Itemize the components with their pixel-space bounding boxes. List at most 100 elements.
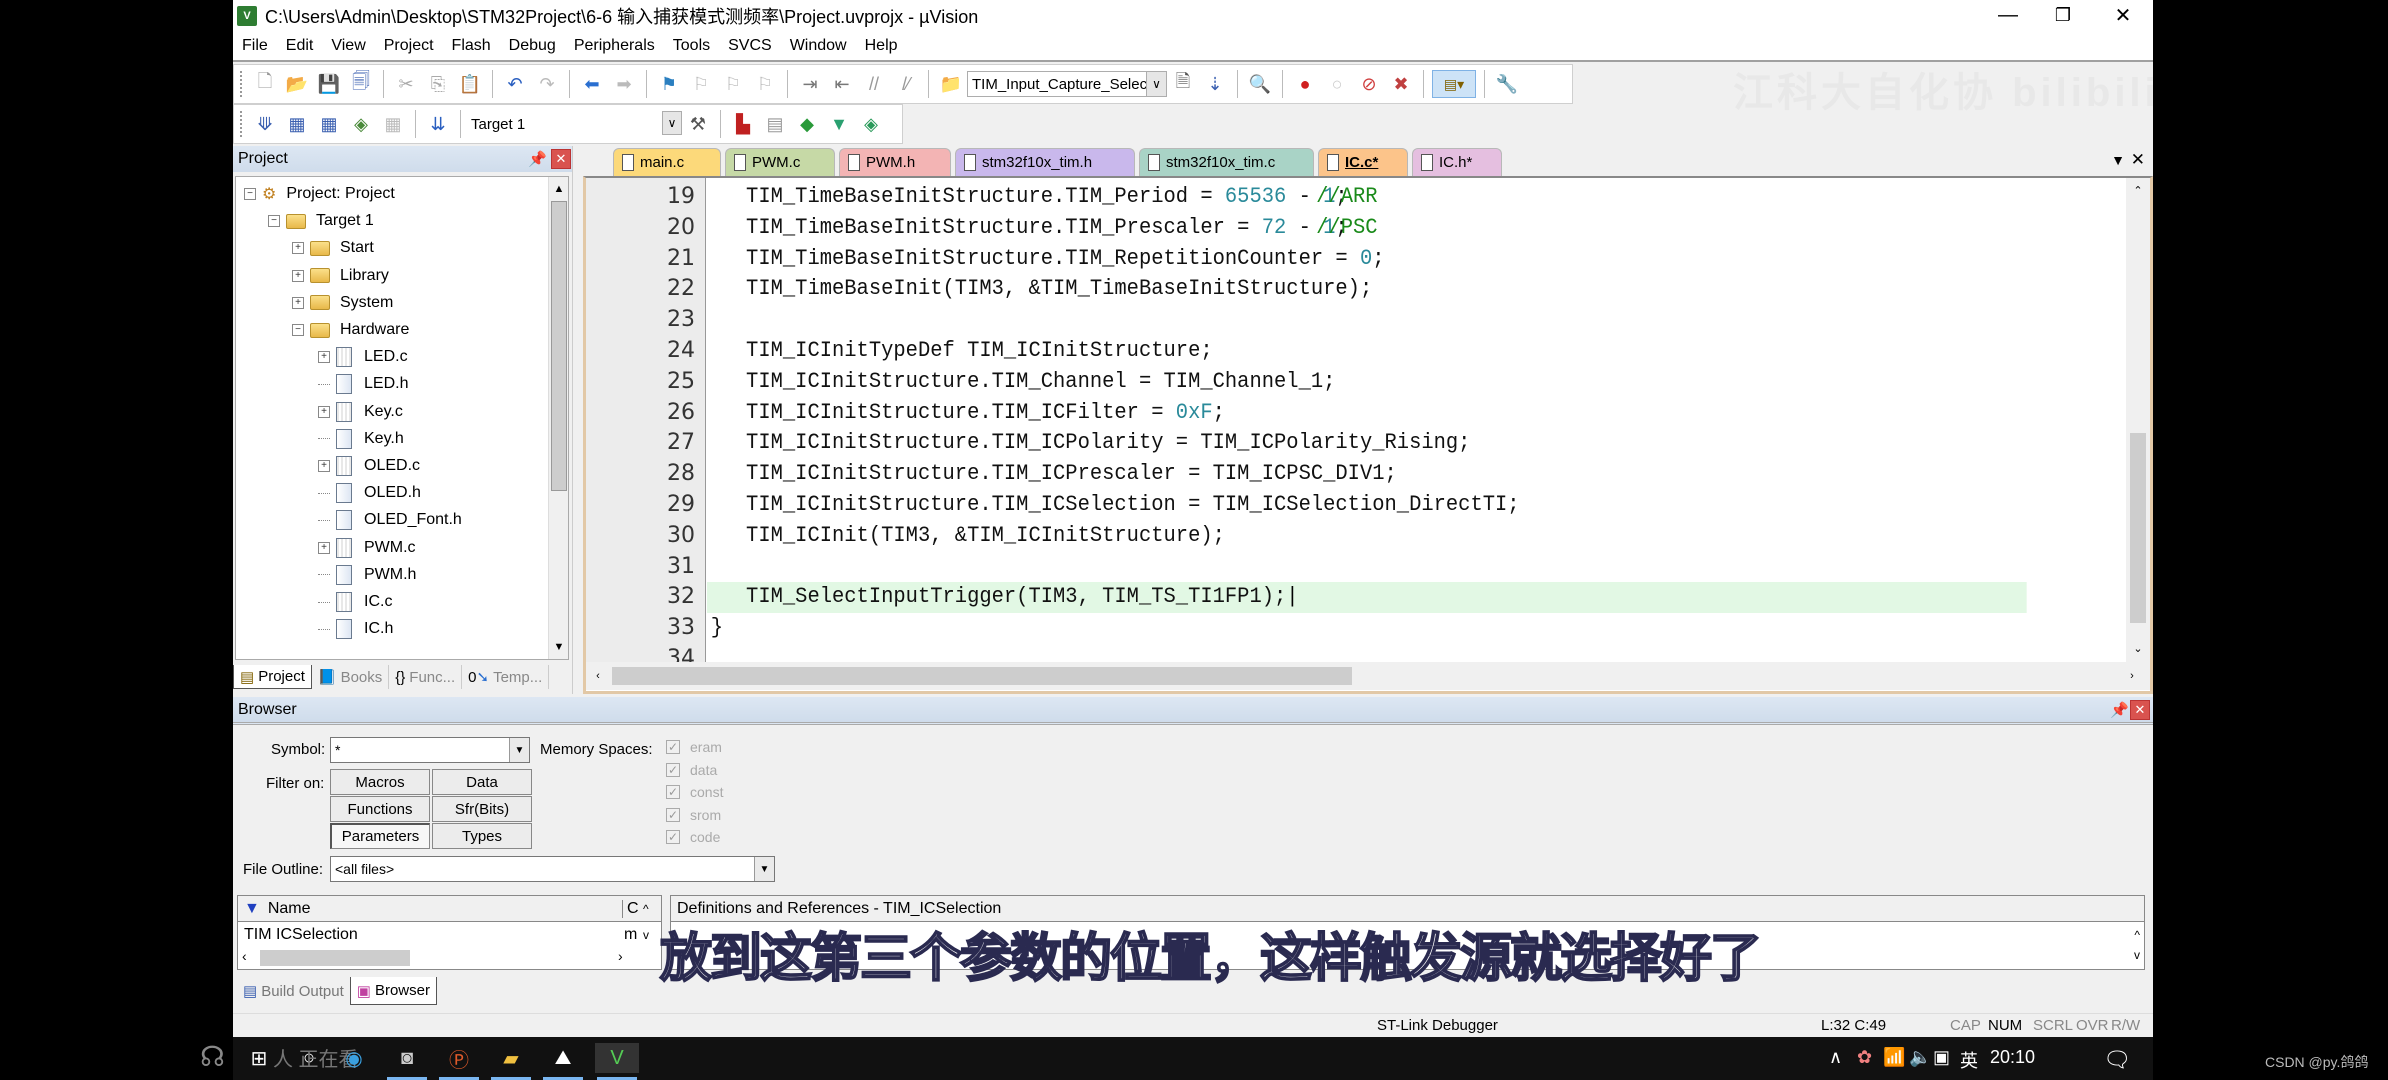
disable-breakpoint-icon[interactable]: ○: [1323, 70, 1351, 98]
pin-icon[interactable]: 📌: [2110, 701, 2129, 719]
close-tab-icon[interactable]: ✕: [2131, 150, 2145, 170]
find-combo[interactable]: TIM_Input_Capture_Selec ∨: [967, 71, 1167, 97]
editor-tab[interactable]: IC.c*: [1318, 148, 1408, 176]
filter-parameters-button[interactable]: Parameters: [330, 823, 430, 849]
paste-icon[interactable]: 📋: [456, 70, 484, 98]
filter-types-button[interactable]: Types: [432, 823, 532, 849]
clear-bookmarks-icon[interactable]: ⚐: [751, 70, 779, 98]
symbol-list-hscroll[interactable]: ‹ ›: [238, 948, 661, 968]
tab-browser[interactable]: ▣ Browser: [349, 977, 437, 1005]
collapse-icon[interactable]: −: [268, 215, 280, 228]
scroll-thumb[interactable]: [2130, 433, 2146, 623]
memory-space-checkbox[interactable]: ✓ const: [666, 784, 723, 800]
tabs-dropdown-icon[interactable]: ▼: [2111, 152, 2125, 168]
code-line[interactable]: TIM_SelectInputTrigger(TIM3, TIM_TS_TI1F…: [707, 582, 2027, 614]
prev-bookmark-icon[interactable]: ⚐: [687, 70, 715, 98]
open-file-icon[interactable]: 📂: [283, 70, 311, 98]
filter-data-button[interactable]: Data: [432, 769, 532, 795]
tree-item[interactable]: + OLED.c: [318, 453, 420, 479]
memory-space-checkbox[interactable]: ✓ code: [666, 829, 720, 845]
manage-components-icon[interactable]: ▤: [761, 110, 789, 138]
code-line[interactable]: TIM_ICInitStructure.TIM_Channel = TIM_Ch…: [707, 367, 2027, 398]
code-line[interactable]: TIM_TimeBaseInitStructure.TIM_Repetition…: [707, 244, 2027, 275]
code-line[interactable]: }: [707, 613, 2027, 644]
build-icon[interactable]: ▦: [283, 110, 311, 138]
scroll-down-icon[interactable]: v: [2134, 948, 2140, 962]
code-area[interactable]: TIM_TimeBaseInitStructure.TIM_Period = 6…: [707, 178, 2126, 662]
photos-icon[interactable]: ⛰: [547, 1043, 579, 1073]
debug-session-icon[interactable]: 🔍: [1246, 70, 1274, 98]
incremental-find-icon[interactable]: ⇣: [1201, 70, 1229, 98]
editor-tab[interactable]: IC.h*: [1412, 148, 1502, 176]
tree-item[interactable]: IC.c: [318, 589, 392, 615]
pack-installer-icon[interactable]: ▼: [825, 110, 853, 138]
code-line[interactable]: TIM_TimeBaseInitStructure.TIM_Period = 6…: [707, 182, 2027, 213]
chevron-down-icon[interactable]: ∨: [662, 111, 682, 135]
find-icon[interactable]: 🗎: [1169, 70, 1197, 98]
menu-view[interactable]: View: [322, 37, 374, 55]
scroll-up-icon[interactable]: ^: [2134, 928, 2140, 942]
code-line[interactable]: TIM_ICInitTypeDef TIM_ICInitStructure;: [707, 336, 2027, 367]
comment-icon[interactable]: //: [860, 70, 888, 98]
pin-icon[interactable]: 📌: [528, 150, 547, 168]
chevron-down-icon[interactable]: ▼: [754, 857, 774, 881]
bookmark-icon[interactable]: ⚑: [655, 70, 683, 98]
indent-icon[interactable]: ⇥: [796, 70, 824, 98]
ime-indicator[interactable]: 英: [1960, 1047, 1978, 1073]
camera-app-icon[interactable]: ◙: [391, 1043, 423, 1073]
expand-icon[interactable]: +: [292, 296, 304, 309]
menu-svcs[interactable]: SVCS: [719, 37, 781, 55]
scroll-thumb[interactable]: [612, 667, 1352, 685]
cut-icon[interactable]: ✂: [392, 70, 420, 98]
input-mode-icon[interactable]: ▣: [1933, 1047, 1950, 1068]
undo-icon[interactable]: ↶: [501, 70, 529, 98]
close-panel-icon[interactable]: ✕: [551, 149, 571, 169]
class-column-header[interactable]: C: [622, 899, 639, 918]
editor-tab[interactable]: stm32f10x_tim.h: [955, 148, 1135, 176]
edge-icon[interactable]: ◉: [338, 1043, 370, 1073]
expand-icon[interactable]: +: [318, 351, 330, 364]
code-line[interactable]: TIM_ICInitStructure.TIM_ICPolarity = TIM…: [707, 428, 2027, 459]
find-in-files-icon[interactable]: 📁: [937, 70, 965, 98]
next-bookmark-icon[interactable]: ⚐: [719, 70, 747, 98]
menu-flash[interactable]: Flash: [443, 37, 500, 55]
redo-icon[interactable]: ↷: [533, 70, 561, 98]
code-line[interactable]: TIM_TimeBaseInit(TIM3, &TIM_TimeBaseInit…: [707, 274, 2027, 305]
scroll-right-icon[interactable]: ›: [618, 948, 623, 964]
editor-tab[interactable]: PWM.c: [725, 148, 835, 176]
editor-vertical-scrollbar[interactable]: ⌃ ⌄: [2126, 178, 2150, 662]
filter-sfr-button[interactable]: Sfr(Bits): [432, 796, 532, 822]
scroll-down-icon[interactable]: ⌄: [2128, 638, 2148, 658]
close-panel-icon[interactable]: ✕: [2130, 700, 2150, 720]
sort-icon[interactable]: ▼: [244, 900, 260, 918]
chevron-down-icon[interactable]: ∨: [1146, 72, 1166, 96]
code-line[interactable]: [707, 552, 2027, 583]
tree-item[interactable]: + Library: [292, 263, 389, 289]
expand-icon[interactable]: +: [318, 541, 330, 554]
maximize-button[interactable]: ❐: [2033, 0, 2093, 31]
expand-icon[interactable]: +: [318, 405, 330, 418]
filter-functions-button[interactable]: Functions: [330, 796, 430, 822]
tree-item[interactable]: Key.h: [318, 426, 404, 452]
powerpoint-icon[interactable]: Ⓟ: [443, 1043, 475, 1073]
uncomment-icon[interactable]: /⁄: [892, 70, 920, 98]
scroll-thumb[interactable]: [551, 201, 567, 491]
menu-help[interactable]: Help: [856, 37, 907, 55]
tree-item[interactable]: + PWM.c: [318, 535, 416, 561]
code-line[interactable]: TIM_ICInitStructure.TIM_ICPrescaler = TI…: [707, 459, 2027, 490]
disable-all-breakpoints-icon[interactable]: ⊘: [1355, 70, 1383, 98]
minimize-button[interactable]: —: [1978, 0, 2038, 31]
batch-build-icon[interactable]: ◈: [347, 110, 375, 138]
clock[interactable]: 20:10: [1990, 1047, 2035, 1068]
new-file-icon[interactable]: 🗋: [251, 70, 279, 98]
tree-item[interactable]: − Hardware: [292, 317, 409, 343]
expand-icon[interactable]: +: [318, 460, 330, 472]
tree-item[interactable]: IC.h: [318, 616, 393, 642]
scroll-up-icon[interactable]: ▲: [549, 179, 568, 199]
nav-forward-icon[interactable]: ➡: [610, 70, 638, 98]
expand-icon[interactable]: +: [292, 269, 304, 282]
code-editor[interactable]: 19 20 21 22 23 24 25 26 27 28 29 30 31 32 33 34 TIM_Tim…: [583, 176, 2153, 694]
tree-item[interactable]: + Key.c: [318, 399, 403, 425]
code-line[interactable]: [707, 305, 2027, 336]
menu-tools[interactable]: Tools: [664, 37, 719, 55]
